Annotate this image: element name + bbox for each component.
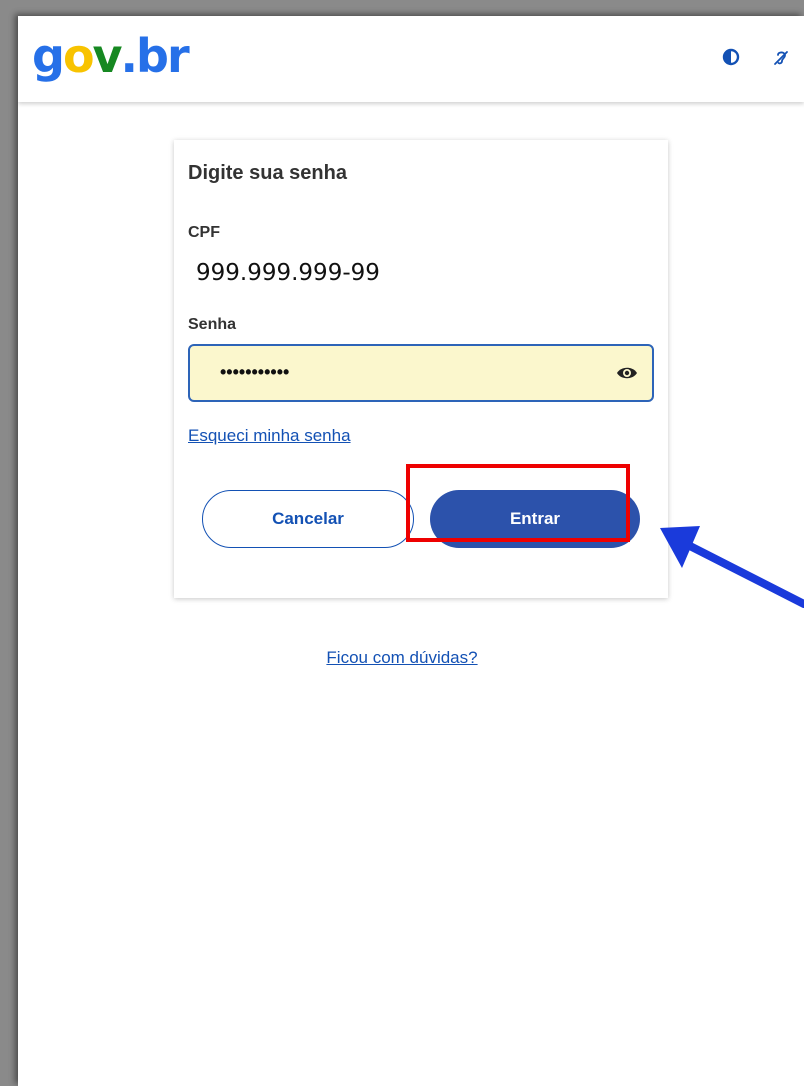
govbr-logo[interactable]: gov.br (32, 28, 190, 84)
password-value: ••••••••••• (220, 362, 290, 382)
top-header: gov.br (18, 16, 804, 102)
password-label: Senha (188, 316, 237, 333)
logo-letter-b: b (136, 29, 169, 83)
forgot-password-link[interactable]: Esqueci minha senha (188, 426, 351, 446)
logo-dot: . (120, 29, 139, 83)
logo-letter-v: v (92, 29, 123, 83)
hearing-accessibility-icon[interactable] (770, 48, 792, 70)
logo-letter-g: g (32, 29, 65, 83)
cpf-label: CPF (188, 224, 220, 241)
card-title: Digite sua senha (188, 162, 347, 184)
logo-letter-r: r (166, 29, 190, 83)
cpf-value: 999.999.999-99 (196, 260, 380, 286)
contrast-icon[interactable] (720, 48, 742, 70)
eye-icon[interactable] (616, 364, 638, 382)
cancel-button[interactable]: Cancelar (202, 490, 414, 548)
browser-viewport: gov.br Digite sua senha CPF 999.999.999-… (18, 16, 804, 1086)
help-link[interactable]: Ficou com dúvidas? (18, 648, 804, 668)
password-input[interactable]: ••••••••••• (188, 344, 654, 402)
enter-button-highlight (406, 464, 630, 542)
logo-letter-o: o (62, 29, 95, 83)
